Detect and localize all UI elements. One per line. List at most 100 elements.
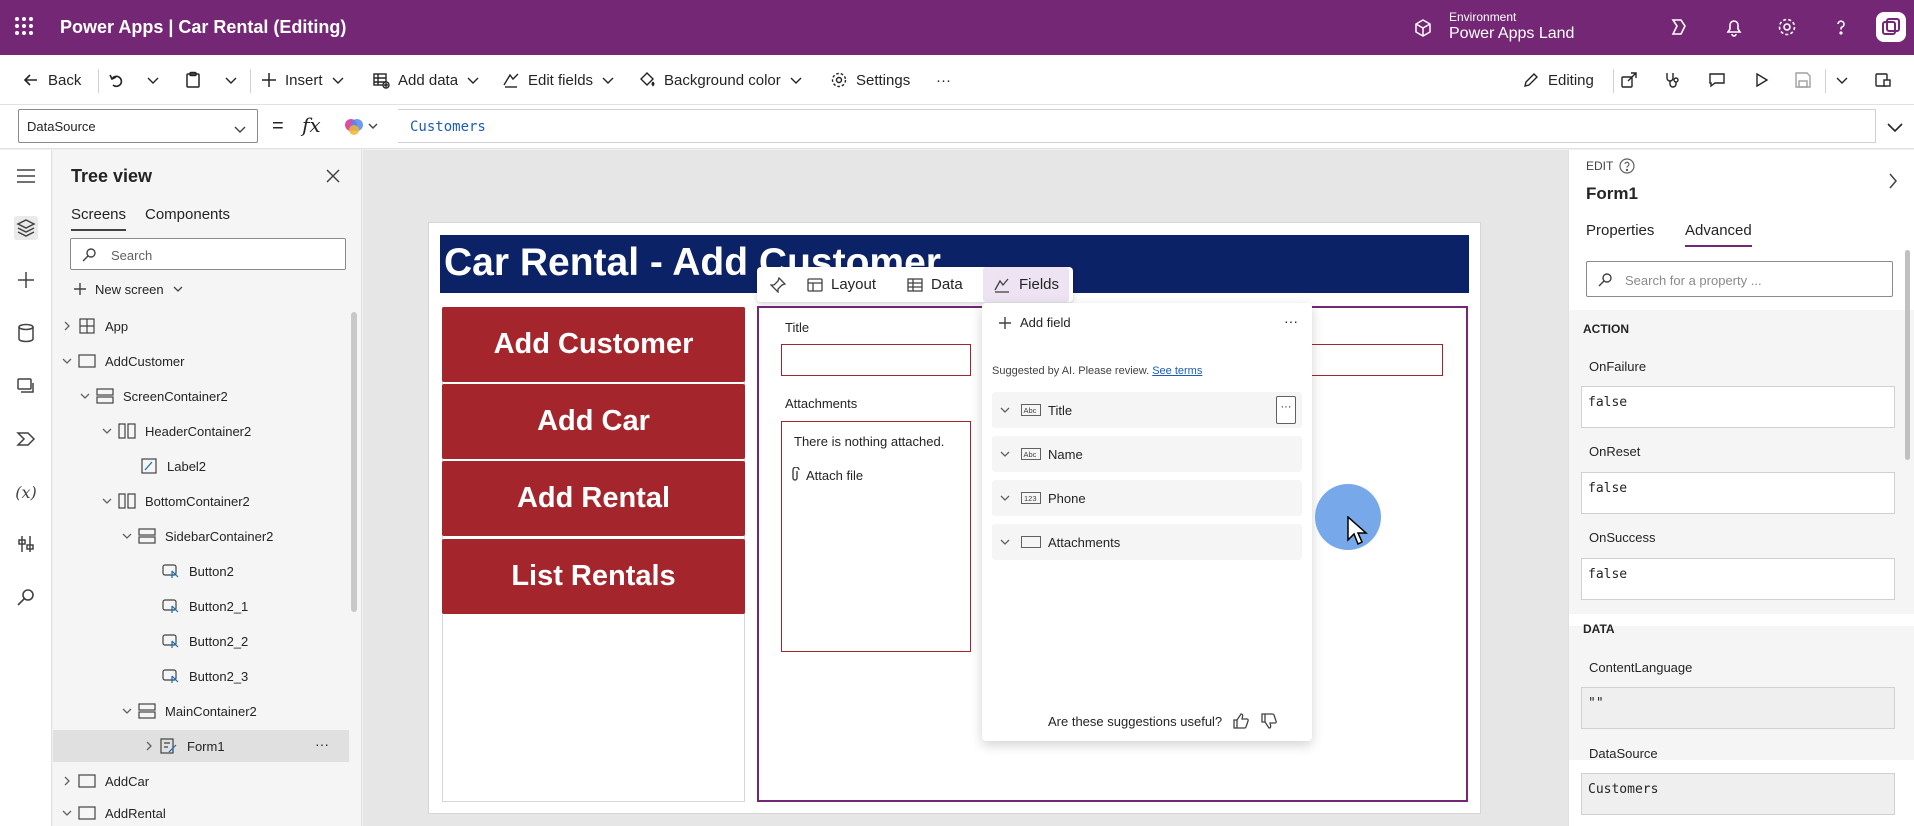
onsuccess-formula[interactable]: false	[1581, 558, 1895, 600]
tree-node-addcustomer[interactable]: AddCustomer	[59, 345, 184, 377]
variables-icon[interactable]: (x)	[14, 480, 38, 504]
tree-node-addrental[interactable]: AddRental	[59, 800, 166, 826]
undo-dropdown[interactable]	[146, 55, 160, 105]
tab-properties[interactable]: Properties	[1586, 222, 1654, 239]
list-rentals-button[interactable]: List Rentals	[442, 539, 745, 614]
tree-search-input[interactable]: Search	[70, 238, 346, 270]
tree-node-maincontainer2[interactable]: MainContainer2	[119, 695, 257, 727]
onreset-formula[interactable]: false	[1581, 472, 1895, 514]
tree-node-bottomcontainer2[interactable]: BottomContainer2	[99, 485, 250, 517]
preview-play-button[interactable]	[1752, 55, 1770, 105]
expand-formula-button[interactable]	[1886, 119, 1904, 135]
tree-scrollbar[interactable]	[351, 312, 357, 612]
settings-gear-icon[interactable]	[1776, 16, 1798, 38]
insert-plus-icon[interactable]	[14, 268, 38, 292]
edit-fields-button[interactable]: Edit fields	[502, 55, 615, 105]
copilot-icon[interactable]	[1668, 16, 1690, 38]
field-row-attachments[interactable]: Attachments	[992, 524, 1302, 560]
data-label: Data	[931, 276, 963, 293]
hamburger-menu-icon[interactable]	[14, 164, 38, 188]
tree-node-label2[interactable]: Label2	[137, 450, 206, 482]
properties-scrollbar[interactable]	[1905, 250, 1910, 460]
add-field-button[interactable]: Add field	[998, 315, 1071, 330]
paste-dropdown[interactable]	[224, 55, 238, 105]
pin-button[interactable]	[770, 267, 786, 302]
add-rental-button[interactable]: Add Rental	[442, 461, 745, 536]
tree-node-button2-1[interactable]: Button2_1	[159, 590, 248, 622]
name-input[interactable]	[1310, 344, 1443, 376]
chevron-down-icon	[119, 531, 135, 541]
tree-node-screencontainer2[interactable]: ScreenContainer2	[77, 380, 228, 412]
formula-input[interactable]: Customers	[398, 109, 1876, 143]
tree-node-button2-3[interactable]: Button2_3	[159, 660, 248, 692]
save-dropdown[interactable]	[1835, 55, 1849, 105]
add-data-button[interactable]: Add data	[372, 55, 480, 105]
tree-node-addcar[interactable]: AddCar	[59, 765, 149, 797]
tree-node-sidebarcontainer2[interactable]: SidebarContainer2	[119, 520, 273, 552]
fields-more-icon[interactable]: ···	[1284, 313, 1298, 329]
property-dropdown[interactable]: DataSource	[18, 109, 258, 143]
tab-advanced[interactable]: Advanced	[1685, 222, 1752, 247]
publish-button[interactable]	[1874, 55, 1892, 105]
media-icon[interactable]	[14, 374, 38, 398]
property-search-input[interactable]: Search for a property ...	[1586, 261, 1893, 297]
add-car-button[interactable]: Add Car	[442, 384, 745, 459]
app-launcher-icon[interactable]	[14, 16, 34, 36]
more-commands-button[interactable]: ···	[936, 55, 951, 105]
data-button[interactable]: Data	[907, 267, 963, 302]
account-avatar[interactable]	[1876, 12, 1906, 42]
tree-node-headercontainer2[interactable]: HeaderContainer2	[99, 415, 251, 447]
save-button[interactable]	[1794, 55, 1812, 105]
new-screen-button[interactable]: New screen	[73, 276, 184, 302]
see-terms-link[interactable]: See terms	[1152, 365, 1202, 377]
more-options-icon[interactable]: ···	[315, 736, 329, 752]
insert-button[interactable]: Insert	[261, 55, 345, 105]
field-row-more-icon[interactable]: ···	[1276, 396, 1296, 424]
tab-screens[interactable]: Screens	[71, 206, 127, 231]
power-automate-icon[interactable]	[14, 427, 38, 451]
add-customer-button[interactable]: Add Customer	[442, 307, 745, 382]
paste-button[interactable]	[184, 55, 202, 105]
layout-label: Layout	[831, 276, 877, 293]
horizontal-container-icon	[115, 423, 139, 439]
database-table-icon	[373, 73, 390, 89]
contentlanguage-formula[interactable]: ""	[1581, 687, 1895, 729]
tree-node-form1[interactable]: Form1 ···	[53, 730, 349, 762]
layout-button[interactable]: Layout	[807, 267, 876, 302]
close-icon[interactable]	[325, 168, 341, 184]
advanced-tools-icon[interactable]	[14, 532, 38, 556]
tree-node-button2-2[interactable]: Button2_2	[159, 625, 248, 657]
app-checker-button[interactable]	[1663, 55, 1681, 105]
search-icon[interactable]	[14, 585, 38, 609]
notifications-bell-icon[interactable]	[1723, 16, 1745, 38]
thumbs-down-icon[interactable]	[1260, 712, 1278, 730]
comments-button[interactable]	[1708, 55, 1726, 105]
data-cylinder-icon[interactable]	[14, 321, 38, 345]
left-rail: (x)	[0, 150, 52, 826]
settings-button[interactable]: Settings	[830, 55, 910, 105]
field-row-title[interactable]: Abc Title ···	[992, 392, 1302, 428]
share-button[interactable]	[1620, 55, 1638, 105]
attach-file-button[interactable]: Attach file	[790, 467, 863, 483]
thumbs-up-icon[interactable]	[1232, 712, 1250, 730]
tree-view-layers-icon[interactable]	[14, 216, 38, 240]
editing-mode-button[interactable]: Editing	[1522, 55, 1594, 105]
undo-button[interactable]	[107, 55, 125, 105]
title-input[interactable]	[781, 344, 971, 376]
copilot-formula-button[interactable]	[343, 117, 383, 137]
attachments-control[interactable]: There is nothing attached. Attach file	[781, 421, 971, 652]
onfailure-formula[interactable]: false	[1581, 386, 1895, 428]
chevron-right-icon[interactable]	[1887, 172, 1899, 190]
help-circle-icon[interactable]	[1619, 158, 1635, 174]
field-row-phone[interactable]: 123 Phone	[992, 480, 1302, 516]
tree-node-button2[interactable]: Button2	[159, 555, 234, 587]
tab-components[interactable]: Components	[145, 206, 230, 223]
background-color-button[interactable]: Background color	[638, 55, 803, 105]
datasource-formula[interactable]: Customers	[1581, 773, 1895, 815]
tree-node-app[interactable]: App	[59, 310, 128, 342]
help-icon[interactable]	[1830, 16, 1852, 38]
attachments-field-label: Attachments	[785, 396, 858, 411]
field-row-name[interactable]: Abc Name	[992, 436, 1302, 472]
fields-button[interactable]: Fields	[983, 267, 1070, 302]
back-button[interactable]: Back	[22, 55, 81, 105]
